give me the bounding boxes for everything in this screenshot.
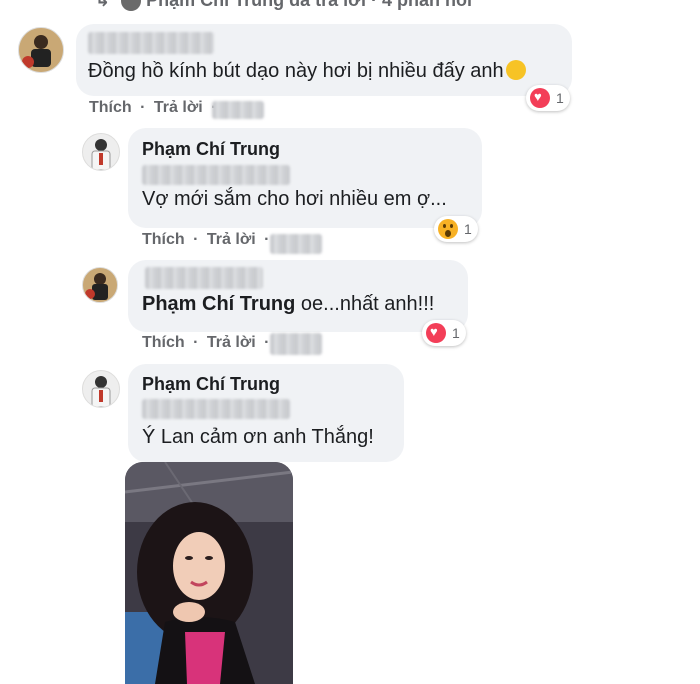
avatar-photo-icon (83, 371, 119, 407)
avatar[interactable] (82, 267, 118, 303)
commenter-name[interactable]: Phạm Chí Trung (142, 139, 280, 160)
redacted-timestamp (212, 101, 264, 119)
comment-text: Đồng hồ kính bút dạo này hơi bị nhiều đấ… (88, 60, 526, 83)
mention-link[interactable]: Phạm Chí Trung (142, 293, 295, 315)
avatar[interactable] (82, 370, 120, 408)
like-link[interactable]: Thích (142, 334, 185, 351)
redacted-name (145, 267, 263, 289)
photo-image (125, 462, 293, 684)
avatar-photo-icon (83, 134, 119, 170)
comment-actions: Thích · Trả lời · (142, 334, 270, 351)
redacted-name (88, 32, 214, 54)
summary-avatar (121, 0, 142, 12)
reply-arrow-icon: ↳ (95, 0, 111, 10)
comment-text: Ý Lan cảm ơn anh Thắng! (142, 426, 374, 448)
reaction-badge[interactable]: 1 (526, 85, 570, 111)
reaction-badge[interactable]: 1 (422, 320, 466, 346)
comment-actions: Thích · Trả lời · (89, 99, 216, 116)
heart-reaction-icon (426, 323, 446, 343)
reply-link[interactable]: Trả lời (207, 334, 256, 351)
wow-reaction-icon (438, 219, 458, 239)
commenter-name[interactable]: Phạm Chí Trung (142, 374, 280, 395)
avatar-photo-icon (83, 268, 117, 302)
redacted-subtitle (142, 165, 290, 185)
like-link[interactable]: Thích (142, 231, 185, 248)
redacted-subtitle (142, 399, 290, 419)
reply-link[interactable]: Trả lời (207, 231, 256, 248)
avatar[interactable] (82, 133, 120, 171)
avatar-photo-icon (19, 28, 63, 72)
comment-text: Vợ mới sắm cho hơi nhiều em ợ... (142, 188, 447, 210)
attached-photo[interactable] (125, 462, 293, 684)
avatar[interactable] (18, 27, 64, 73)
top-reply-summary[interactable]: ↳ Phạm Chí Trung đã trả lời · 4 phản hồi (95, 0, 472, 12)
like-link[interactable]: Thích (89, 99, 132, 116)
reply-link[interactable]: Trả lời (154, 99, 203, 116)
comment-text: Phạm Chí Trung oe...nhất anh!!! (142, 293, 435, 315)
comment-actions: Thích · Trả lời · (142, 231, 270, 248)
redacted-timestamp (270, 234, 322, 254)
redacted-timestamp (270, 333, 322, 355)
wink-emoji-icon (505, 60, 526, 80)
reaction-badge[interactable]: 1 (434, 216, 478, 242)
heart-reaction-icon (530, 88, 550, 108)
summary-text: Phạm Chí Trung đã trả lời · 4 phản hồi (146, 0, 472, 10)
